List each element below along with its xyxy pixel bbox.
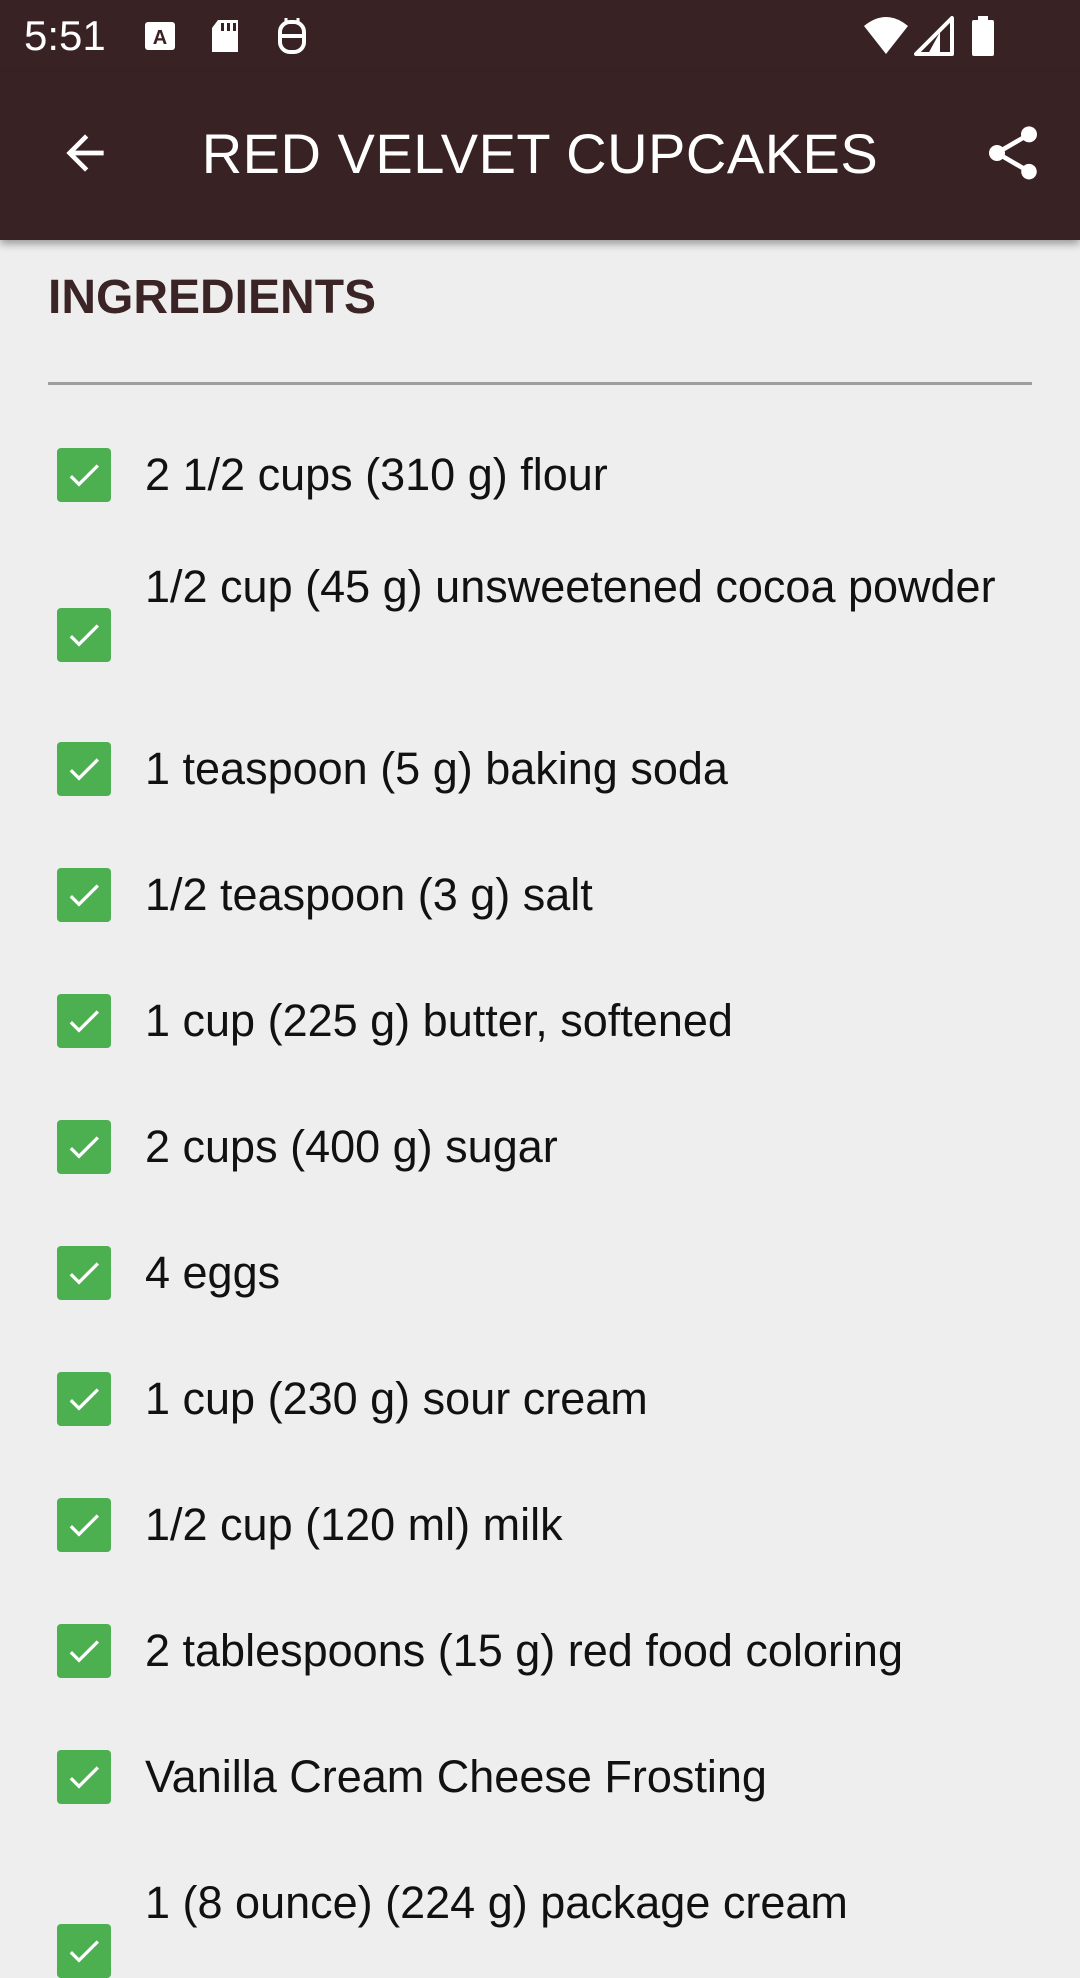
check-icon [69, 1136, 99, 1159]
section-title: INGREDIENTS [48, 271, 377, 324]
cellular-signal-icon [914, 16, 954, 56]
check-icon [69, 1940, 99, 1963]
check-icon [69, 1388, 99, 1411]
ingredient-checkbox[interactable] [57, 608, 111, 662]
check-icon [69, 884, 99, 907]
ingredient-label: 1 cup (230 g) sour cream [145, 1373, 648, 1424]
ingredient-label: 1/2 cup (45 g) unsweetened cocoa powder [145, 561, 996, 612]
check-icon [69, 758, 99, 781]
robot-notification-icon [278, 18, 306, 54]
ingredient-checkbox[interactable] [57, 1120, 111, 1174]
check-icon [69, 1262, 99, 1285]
check-icon [69, 624, 99, 647]
ingredient-checkbox[interactable] [57, 742, 111, 796]
ingredient-label: Vanilla Cream Cheese Frosting [145, 1751, 767, 1802]
ingredient-checkbox[interactable] [57, 1924, 111, 1978]
ingredient-label: 1/2 cup (120 ml) milk [145, 1499, 563, 1550]
ingredient-checkbox[interactable] [57, 448, 111, 502]
check-icon [69, 1514, 99, 1537]
check-icon [69, 1010, 99, 1033]
ingredient-checkbox[interactable] [57, 1750, 111, 1804]
accessibility-notification-icon: A [145, 22, 175, 50]
ingredient-label: 1 (8 ounce) (224 g) package cream [145, 1877, 848, 1928]
app-bar: RED VELVET CUPCAKES [0, 72, 1080, 240]
ingredient-checkbox[interactable] [57, 1624, 111, 1678]
sd-card-icon [212, 20, 238, 52]
ingredient-checkbox[interactable] [57, 868, 111, 922]
ingredient-label: 2 tablespoons (15 g) red food coloring [145, 1625, 903, 1676]
ingredient-label: 4 eggs [145, 1247, 281, 1298]
check-icon [69, 464, 99, 487]
share-button[interactable] [968, 108, 1058, 198]
ingredient-label: 1 teaspoon (5 g) baking soda [145, 743, 728, 794]
status-bar: 5:51 A [0, 0, 1080, 72]
page-title: RED VELVET CUPCAKES [201, 122, 879, 185]
back-button[interactable] [40, 108, 130, 198]
ingredient-label: 1/2 teaspoon (3 g) salt [145, 869, 593, 920]
battery-icon [972, 16, 994, 56]
check-icon [69, 1640, 99, 1663]
divider [48, 382, 1032, 385]
share-icon [989, 126, 1037, 180]
ingredient-label: 1 cup (225 g) butter, softened [145, 995, 733, 1046]
ingredient-checkbox[interactable] [57, 1498, 111, 1552]
svg-text:A: A [153, 27, 167, 49]
arrow-back-icon [66, 134, 104, 172]
ingredient-checkbox[interactable] [57, 994, 111, 1048]
ingredient-label: 2 cups (400 g) sugar [145, 1121, 558, 1172]
wifi-icon [864, 17, 908, 54]
check-icon [69, 1766, 99, 1789]
ingredient-checkbox[interactable] [57, 1372, 111, 1426]
ingredient-checkbox[interactable] [57, 1246, 111, 1300]
ingredient-label: 2 1/2 cups (310 g) flour [145, 449, 608, 500]
status-time: 5:51 [24, 12, 106, 59]
